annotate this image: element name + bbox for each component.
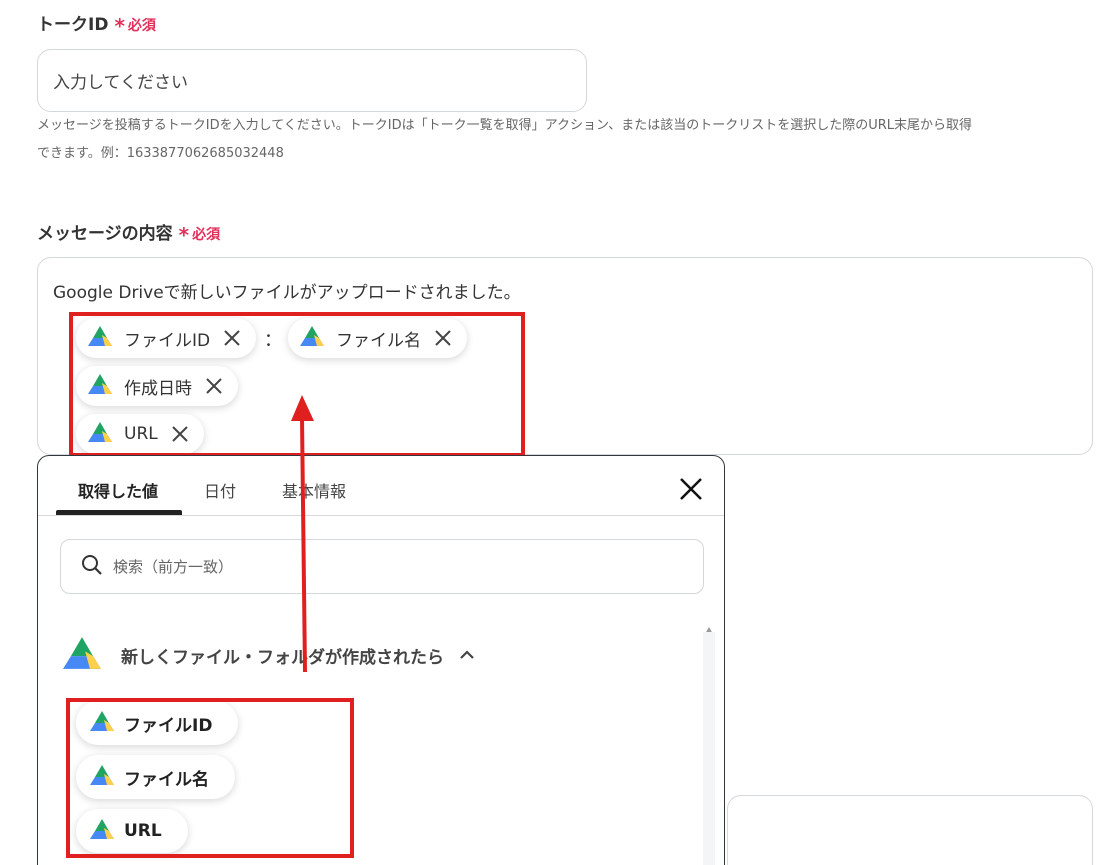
next-field-input[interactable]: [727, 795, 1093, 865]
talk-id-label-text: トークID: [37, 15, 109, 35]
talk-id-help: メッセージを投稿するトークIDを入力してください。トークIDは「トーク一覧を取得…: [37, 112, 972, 168]
message-label: メッセージの内容 * 必須: [37, 219, 221, 247]
talk-id-help-line1: メッセージを投稿するトークIDを入力してください。トークIDは「トーク一覧を取得…: [37, 118, 973, 133]
close-icon[interactable]: [678, 476, 704, 502]
tab-divider: [38, 515, 724, 516]
tab-date[interactable]: 日付: [204, 478, 236, 502]
talk-id-input[interactable]: 入力してください: [37, 49, 587, 112]
message-label-text: メッセージの内容: [37, 224, 173, 244]
search-icon: [81, 554, 103, 580]
highlight-box-value-chips: [66, 698, 354, 858]
talk-id-placeholder: 入力してください: [53, 73, 188, 93]
tab-acquired-values[interactable]: 取得した値: [78, 478, 158, 502]
required-badge: 必須: [192, 227, 221, 243]
scroll-up-arrow-icon[interactable]: [704, 621, 714, 634]
required-star: *: [114, 14, 125, 38]
search-placeholder: 検索（前方一致）: [113, 558, 234, 576]
required-star: *: [178, 223, 190, 247]
chevron-up-icon[interactable]: [458, 646, 476, 664]
talk-id-help-line2: できます。例：1633877062685032448: [37, 146, 284, 161]
section-header[interactable]: 新しくファイル・フォルダが作成されたら: [63, 636, 476, 674]
scrollbar-track[interactable]: [703, 632, 715, 865]
tab-basic-info[interactable]: 基本情報: [282, 478, 346, 502]
google-drive-icon: [63, 636, 101, 674]
required-badge: 必須: [127, 18, 156, 34]
message-text: Google Driveで新しいファイルがアップロードされました。: [53, 283, 521, 303]
highlight-box-message-chips: [69, 312, 525, 457]
search-input[interactable]: 検索（前方一致）: [60, 539, 704, 594]
talk-id-label: トークID * 必須: [37, 10, 156, 38]
section-title: 新しくファイル・フォルダが作成されたら: [121, 647, 444, 668]
